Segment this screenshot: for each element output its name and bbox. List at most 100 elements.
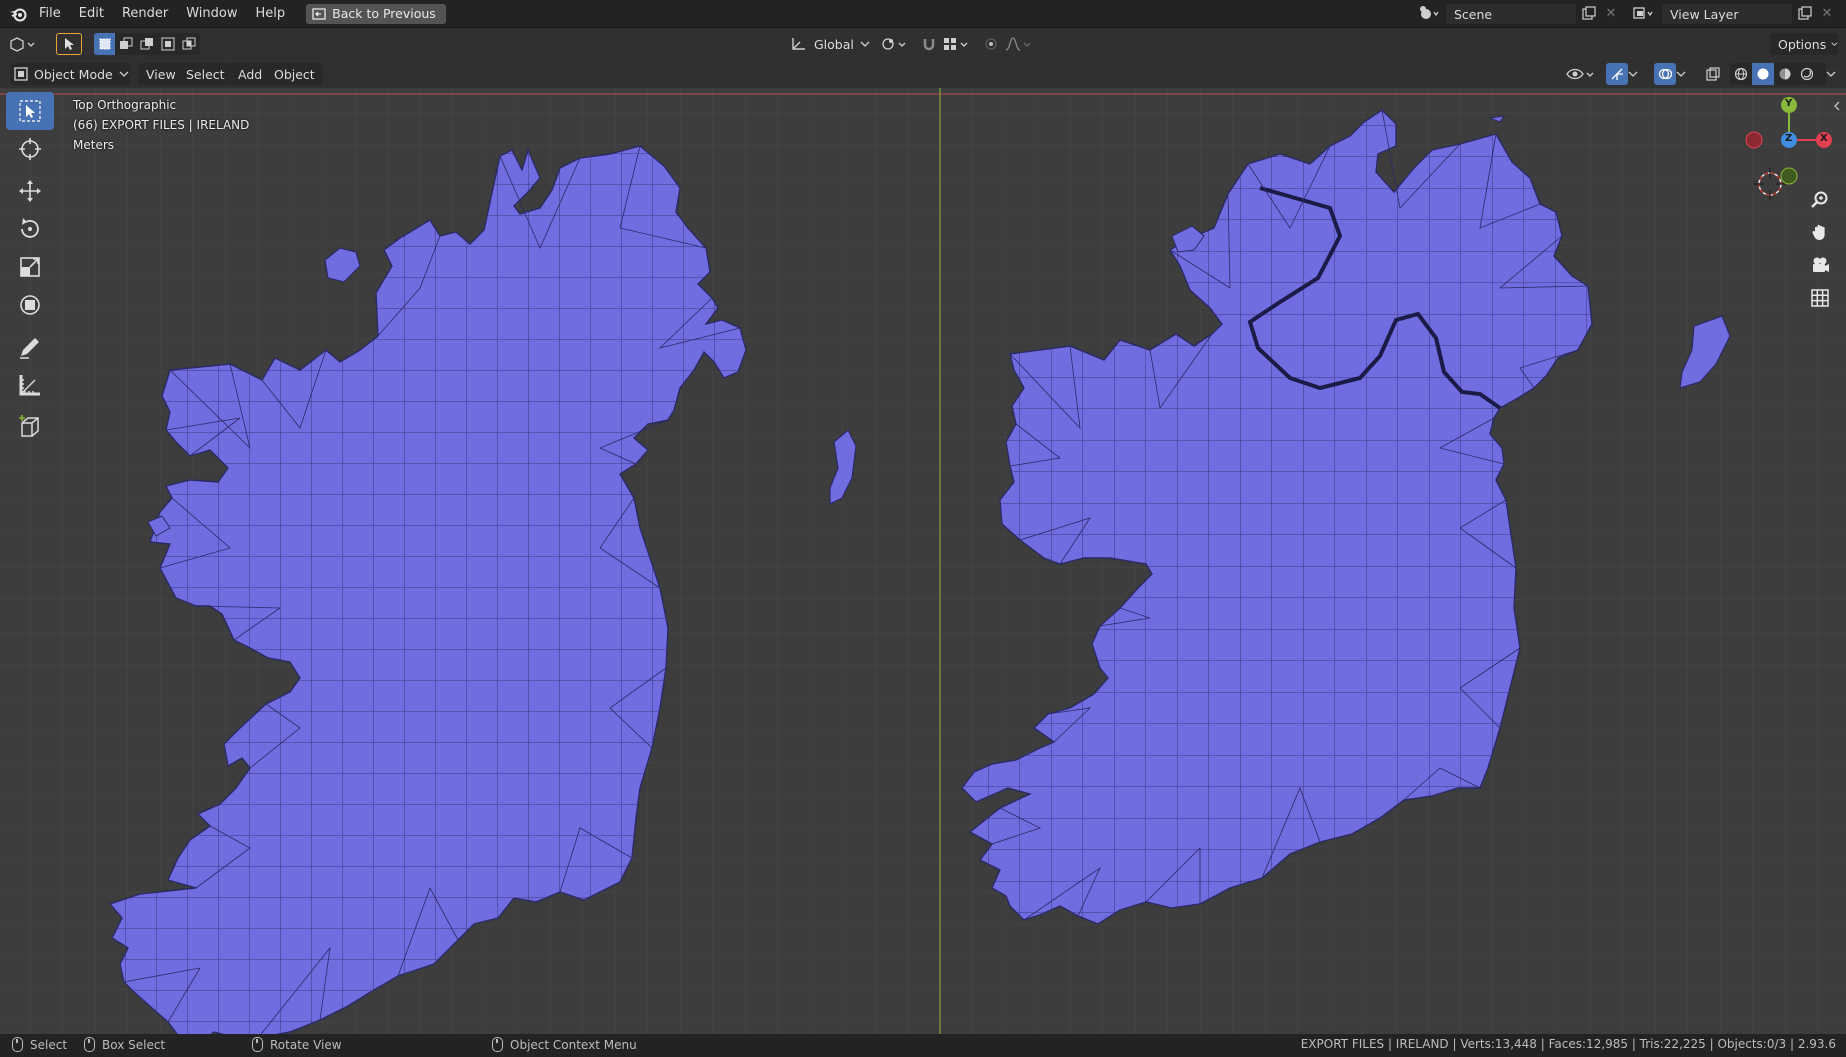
rotate-icon [21, 218, 39, 238]
scale-icon [20, 257, 40, 277]
menu-window[interactable]: Window [177, 0, 246, 27]
scene-name: Scene [1454, 6, 1493, 22]
editor-type-selector[interactable] [8, 33, 44, 55]
pivot-point-dropdown[interactable] [880, 33, 914, 55]
move-tool[interactable] [6, 172, 54, 210]
view-layer-name-field[interactable]: View Layer [1662, 4, 1792, 24]
tool-settings-header: Global Options [0, 27, 1846, 60]
status-rotate-label: Rotate View [270, 1037, 342, 1052]
active-tool-button[interactable] [56, 33, 82, 55]
menu-object[interactable]: Object [266, 63, 323, 85]
chevron-down-icon [860, 41, 870, 47]
measure-tool[interactable] [6, 366, 54, 404]
snap-grid-icon [944, 38, 968, 50]
cursor-arrow-icon [65, 38, 74, 50]
view-layer-selector-icon[interactable] [1628, 2, 1658, 24]
select-box-tool[interactable] [6, 92, 54, 130]
menu-view[interactable]: View [138, 63, 184, 85]
gizmo-neg-y[interactable] [1780, 167, 1798, 185]
3d-viewport[interactable]: Y Z X [0, 88, 1846, 1034]
select-box-icon [19, 100, 41, 122]
gizmo-x-label: X [1820, 133, 1828, 144]
gizmo-neg-x[interactable] [1745, 131, 1763, 149]
falloff-dropdown[interactable] [1004, 33, 1038, 55]
scene-selector-icon[interactable] [1414, 2, 1444, 24]
snap-target-dropdown[interactable] [942, 33, 976, 55]
magnifier-icon [1811, 191, 1828, 208]
transform-tool[interactable] [6, 286, 54, 324]
new-view-layer-icon[interactable] [1794, 2, 1816, 24]
gizmo-toggle[interactable] [1606, 63, 1628, 85]
chevron-down-icon [1831, 42, 1838, 46]
add-cube-tool[interactable] [6, 408, 54, 446]
solid-shading-icon[interactable] [1752, 63, 1774, 85]
xray-icon [1706, 67, 1720, 81]
remove-view-layer-icon[interactable]: ✕ [1816, 2, 1838, 24]
select-invert-icon[interactable] [158, 33, 179, 55]
blender-logo-icon[interactable] [6, 3, 30, 25]
transform-orientation-dropdown[interactable]: Global [786, 33, 874, 55]
menu-add-label: Add [238, 66, 263, 82]
menu-help[interactable]: Help [247, 0, 295, 27]
mouse-middle-icon [252, 1037, 263, 1052]
falloff-curve-icon [1005, 37, 1031, 51]
select-intersect-icon[interactable] [179, 33, 200, 55]
new-scene-icon[interactable] [1578, 2, 1600, 24]
proportional-editing-toggle[interactable] [980, 33, 1002, 55]
object-mode-icon [14, 67, 28, 81]
overlays-dropdown[interactable] [1676, 63, 1692, 85]
select-extend-icon[interactable] [115, 33, 136, 55]
chevron-down-icon [1826, 71, 1836, 77]
back-to-previous-button[interactable]: Back to Previous [306, 3, 446, 24]
viewport-canvas [0, 88, 1846, 1034]
sidebar-toggle-icon[interactable] [1832, 100, 1844, 116]
menu-render[interactable]: Render [113, 0, 177, 27]
status-rotate-hint: Rotate View [252, 1037, 342, 1052]
status-box-select-label: Box Select [102, 1037, 166, 1052]
camera-view-button[interactable] [1804, 249, 1836, 281]
back-icon [312, 7, 326, 20]
move-arrows-icon [19, 180, 41, 202]
gizmo-dropdown[interactable] [1628, 63, 1644, 85]
chevron-down-icon [119, 71, 129, 77]
scene-name-field[interactable]: Scene [1446, 4, 1576, 24]
wireframe-shading-icon[interactable] [1730, 63, 1752, 85]
select-new-icon[interactable] [94, 33, 116, 55]
rendered-shading-icon[interactable] [1796, 63, 1818, 85]
viewport-header: Object Mode View Select Add Object [0, 60, 1846, 88]
material-shading-icon[interactable] [1774, 63, 1796, 85]
camera-icon [1813, 257, 1829, 272]
scale-tool[interactable] [6, 248, 54, 286]
annotate-tool[interactable] [6, 328, 54, 366]
mode-dropdown[interactable]: Object Mode [10, 63, 130, 85]
hand-icon [1812, 224, 1825, 240]
menu-edit[interactable]: Edit [70, 0, 113, 27]
orthographic-toggle-button[interactable] [1804, 282, 1836, 314]
menu-select[interactable]: Select [178, 63, 233, 85]
menu-file[interactable]: File [30, 0, 70, 27]
select-subtract-icon[interactable] [136, 33, 157, 55]
3d-cursor-icon [19, 138, 41, 160]
status-bar: Select Box Select Rotate View Object Con… [0, 1034, 1846, 1057]
mouse-right-icon [492, 1037, 503, 1052]
snap-toggle[interactable] [918, 33, 940, 55]
top-menu-bar: File Edit Render Window Help Back to Pre… [0, 0, 1846, 27]
visibility-dropdown[interactable] [1566, 63, 1600, 85]
viewport-info-overlay: Top Orthographic (66) EXPORT FILES | IRE… [73, 95, 249, 155]
proportional-edit-icon [985, 38, 997, 50]
menu-add[interactable]: Add [230, 63, 271, 85]
chevron-down-icon [1676, 71, 1686, 77]
overlays-toggle[interactable] [1654, 63, 1676, 85]
xray-toggle[interactable] [1702, 63, 1724, 85]
shading-dropdown[interactable] [1826, 63, 1842, 85]
options-dropdown[interactable]: Options [1770, 33, 1838, 55]
gizmo-z-label: Z [1785, 133, 1793, 144]
zoom-view-button[interactable] [1804, 184, 1836, 216]
rotate-tool[interactable] [6, 210, 54, 248]
tool-shelf [6, 92, 54, 446]
cursor-tool[interactable] [6, 130, 54, 168]
pan-view-button[interactable] [1804, 216, 1836, 248]
remove-scene-icon[interactable]: ✕ [1600, 2, 1622, 24]
selection-mode-group [94, 33, 200, 55]
mouse-drag-icon [84, 1037, 95, 1052]
